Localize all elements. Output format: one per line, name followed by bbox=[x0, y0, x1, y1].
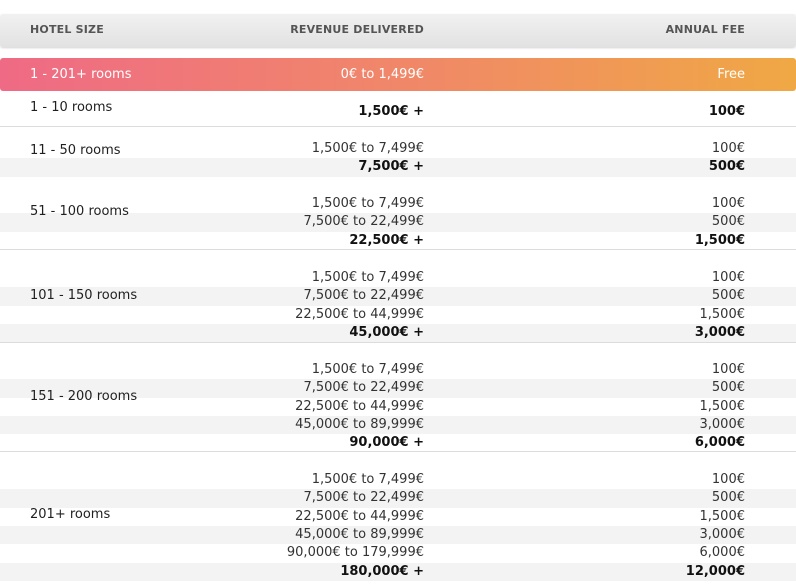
tier-revenue: 22,500€ to 44,999€ bbox=[295, 398, 424, 414]
free-tier-size: 1 - 201+ rooms bbox=[30, 67, 132, 82]
tier-row: 45,000€ + 3,000€ bbox=[0, 323, 796, 343]
tier-revenue: 7,500€ + bbox=[358, 159, 424, 175]
tier-revenue: 22,500€ + bbox=[349, 232, 424, 248]
tier-revenue: 45,000€ to 89,999€ bbox=[295, 416, 424, 432]
tier-fee: 1,500€ bbox=[699, 306, 746, 322]
free-tier-row: 1 - 201+ rooms 0€ to 1,499€ Free bbox=[0, 58, 796, 91]
tier-row: 90,000€ + 6,000€ bbox=[0, 434, 796, 452]
tier-row: 7,500€ to 22,499€ 500€ bbox=[0, 489, 796, 508]
tier-fee: 500€ bbox=[711, 490, 745, 506]
tier-fee: 100€ bbox=[711, 362, 745, 377]
tier-revenue: 7,500€ to 22,499€ bbox=[303, 214, 424, 230]
hotel-size-label: 151 - 200 rooms bbox=[30, 389, 138, 404]
tier-row: 22,500€ + 1,500€ bbox=[0, 232, 796, 250]
tier-row: 180,000€ + 12,000€ bbox=[0, 562, 796, 581]
tier-revenue: 22,500€ to 44,999€ bbox=[295, 306, 424, 322]
tier-revenue: 1,500€ to 7,499€ bbox=[311, 270, 424, 285]
tier-fee: 100€ bbox=[711, 270, 745, 285]
tier-fee: 1,500€ bbox=[699, 398, 746, 414]
tier-fee: 100€ bbox=[711, 141, 745, 156]
tier-revenue: 7,500€ to 22,499€ bbox=[303, 288, 424, 304]
tier-fee: 3,000€ bbox=[699, 526, 746, 542]
tier-fee: 500€ bbox=[708, 159, 745, 175]
size-group: 1,500€ to 7,499€ 100€ 7,500€ + 500€ 11 - 50 … bbox=[0, 127, 796, 177]
size-group: 1,500€ to 7,499€ 100€ 7,500€ to 22,499€ 500… bbox=[0, 250, 796, 343]
tier-fee: 6,000€ bbox=[694, 435, 745, 451]
tier-revenue: 22,500€ to 44,999€ bbox=[295, 508, 424, 524]
tier-row: 1,500€ to 7,499€ 100€ bbox=[0, 471, 796, 489]
tier-fee: 500€ bbox=[711, 214, 745, 230]
tier-fee: 1,500€ bbox=[694, 232, 745, 248]
header-revenue-delivered: REVENUE DELIVERED bbox=[290, 23, 424, 36]
header-hotel-size: HOTEL SIZE bbox=[30, 23, 104, 36]
tier-revenue: 45,000€ + bbox=[349, 324, 424, 340]
hotel-size-label: 1 - 10 rooms bbox=[30, 100, 113, 115]
pricing-table: HOTEL SIZE REVENUE DELIVERED ANNUAL FEE … bbox=[0, 0, 796, 586]
size-group: 1,500€ to 7,499€ 100€ 7,500€ to 22,499€ 500… bbox=[0, 343, 796, 452]
tier-fee: 6,000€ bbox=[699, 545, 746, 561]
tier-fee: 500€ bbox=[711, 380, 745, 396]
tier-row: 45,000€ to 89,999€ 3,000€ bbox=[0, 525, 796, 545]
tier-row: 1,500€ + 100€ bbox=[0, 103, 796, 121]
tier-row: 45,000€ to 89,999€ 3,000€ bbox=[0, 415, 796, 435]
tier-revenue: 7,500€ to 22,499€ bbox=[303, 380, 424, 396]
tier-revenue: 1,500€ to 7,499€ bbox=[311, 362, 424, 377]
free-tier-revenue: 0€ to 1,499€ bbox=[340, 67, 424, 82]
free-tier-fee: Free bbox=[717, 67, 745, 82]
tier-revenue: 45,000€ to 89,999€ bbox=[295, 526, 424, 542]
tier-row: 90,000€ to 179,999€ 6,000€ bbox=[0, 544, 796, 562]
size-group: 1,500€ to 7,499€ 100€ 7,500€ to 22,499€ 500… bbox=[0, 176, 796, 250]
size-group: 1,500€ + 100€ 1 - 10 rooms bbox=[0, 92, 796, 127]
tier-fee: 100€ bbox=[711, 472, 745, 487]
tier-revenue: 7,500€ to 22,499€ bbox=[303, 490, 424, 506]
hotel-size-label: 11 - 50 rooms bbox=[30, 143, 121, 158]
tier-fee: 1,500€ bbox=[699, 508, 746, 524]
tier-revenue: 1,500€ to 7,499€ bbox=[311, 141, 424, 156]
tier-revenue: 1,500€ to 7,499€ bbox=[311, 472, 424, 487]
table-header: HOTEL SIZE REVENUE DELIVERED ANNUAL FEE bbox=[0, 14, 796, 47]
tier-revenue: 90,000€ + bbox=[349, 435, 424, 451]
tier-fee: 12,000€ bbox=[685, 563, 745, 579]
tier-revenue: 1,500€ to 7,499€ bbox=[311, 196, 424, 211]
tier-fee: 500€ bbox=[711, 288, 745, 304]
tier-row: 1,500€ to 7,499€ 100€ bbox=[0, 269, 796, 287]
tier-row: 22,500€ to 44,999€ 1,500€ bbox=[0, 306, 796, 324]
hotel-size-label: 101 - 150 rooms bbox=[30, 288, 138, 303]
tier-row: 22,500€ to 44,999€ 1,500€ bbox=[0, 508, 796, 526]
size-group: 1,500€ to 7,499€ 100€ 7,500€ to 22,499€ 500… bbox=[0, 452, 796, 581]
tier-fee: 3,000€ bbox=[694, 324, 745, 340]
tier-revenue: 180,000€ + bbox=[340, 563, 424, 579]
tier-revenue: 1,500€ + bbox=[358, 104, 424, 119]
tier-revenue: 90,000€ to 179,999€ bbox=[286, 545, 424, 561]
tier-row: 1,500€ to 7,499€ 100€ bbox=[0, 361, 796, 379]
tier-fee: 3,000€ bbox=[699, 416, 746, 432]
hotel-size-label: 201+ rooms bbox=[30, 507, 111, 522]
tier-fee: 100€ bbox=[708, 104, 745, 119]
tier-row: 7,500€ + 500€ bbox=[0, 158, 796, 177]
tier-fee: 100€ bbox=[711, 196, 745, 211]
header-annual-fee: ANNUAL FEE bbox=[665, 23, 745, 36]
hotel-size-label: 51 - 100 rooms bbox=[30, 204, 129, 219]
